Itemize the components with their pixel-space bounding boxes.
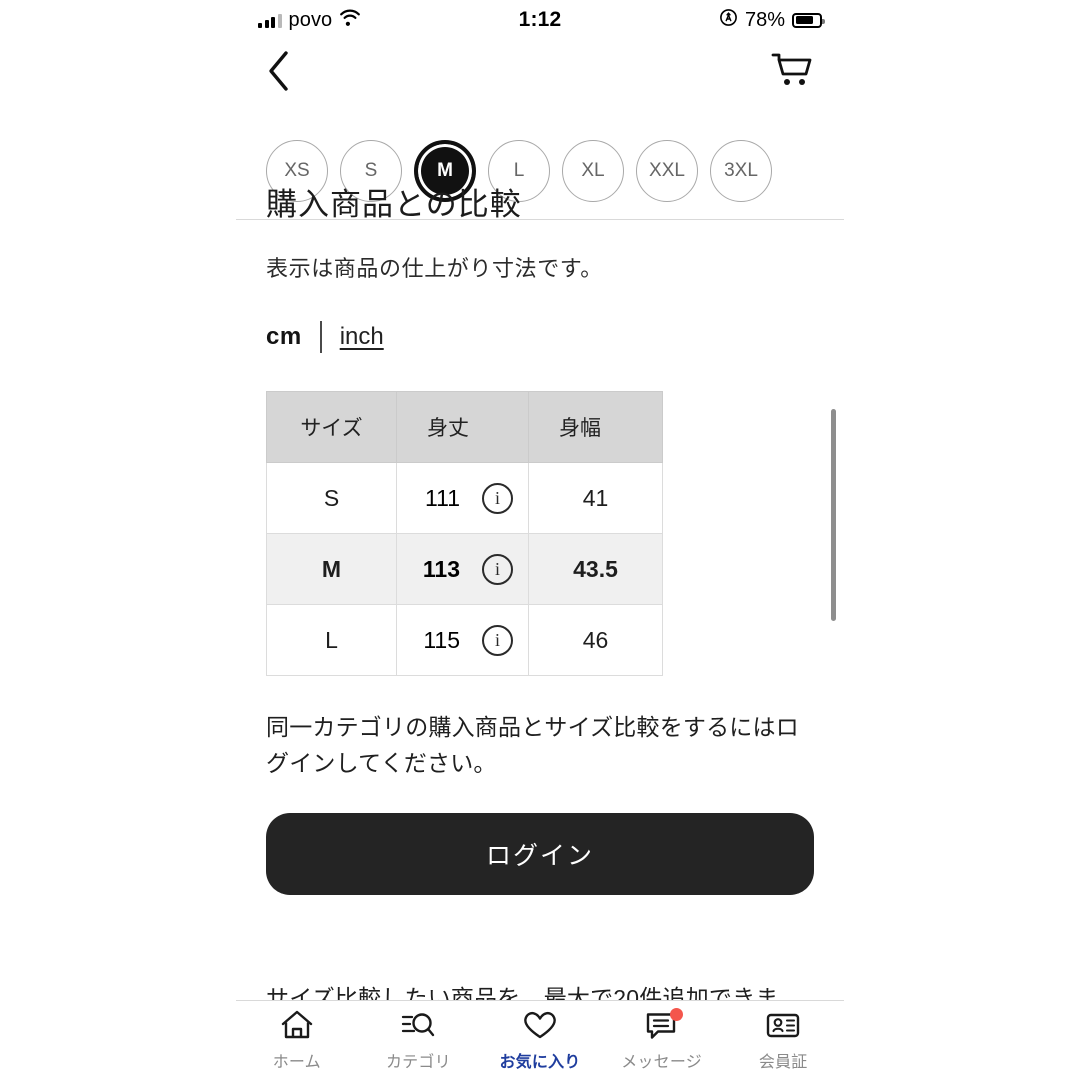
phone-viewport: povo 1:12 78% XS S M L XL XXL 3XL 購入商品との… [236,0,844,1080]
back-chevron-icon[interactable] [266,50,292,92]
message-icon [645,1008,683,1041]
content-column: 購入商品との比較 表示は商品の仕上がり寸法です。 cm inch サイズ 身丈 … [236,179,844,1054]
rotation-lock-icon [719,8,738,33]
notification-badge [669,1008,683,1021]
vertical-scrollbar[interactable] [831,409,836,621]
column-header-length: 身丈 [396,391,529,463]
tab-label: お気に入り [499,1054,581,1071]
unit-toggle[interactable]: cm inch [266,319,814,355]
unit-inch-option[interactable]: inch [322,323,384,351]
cell-size: M [266,533,397,605]
nav-bar [236,40,844,102]
unit-cm-option[interactable]: cm [266,323,320,351]
battery-icon [792,12,825,28]
cell-length-value: 113 [422,555,460,582]
cell-width: 41 [528,462,663,534]
membership-card-icon [765,1009,801,1041]
tab-favorites[interactable]: お気に入り [479,1001,601,1080]
column-header-width: 身幅 [528,391,663,463]
tab-membership[interactable]: 会員証 [722,1001,844,1080]
status-bar: povo 1:12 78% [236,0,844,40]
tab-label: 会員証 [758,1054,808,1071]
home-icon [280,1009,314,1041]
size-comparison-table: サイズ 身丈 身幅 S 111 i 41 M 113 i 43.5 L 115 … [266,391,663,676]
category-search-icon [400,1009,436,1041]
status-bar-right: 78% [719,8,825,33]
battery-percent-label: 78% [744,8,785,31]
page-title: 購入商品との比較 [266,187,522,222]
cell-length-value: 111 [425,484,460,511]
cell-length: 115 i [396,604,529,676]
cell-length: 113 i [396,533,529,605]
table-header-row: サイズ 身丈 身幅 [266,391,663,463]
info-circle-icon[interactable]: i [482,553,513,585]
tab-label: ホーム [272,1054,321,1071]
tab-label: メッセージ [621,1054,702,1071]
info-circle-icon[interactable]: i [482,624,513,656]
cell-size: L [266,604,397,676]
tab-label: カテゴリ [385,1054,451,1071]
tab-messages[interactable]: メッセージ [601,1001,723,1080]
scroll-area[interactable]: XS S M L XL XXL 3XL 購入商品との比較 表示は商品の仕上がり寸… [236,140,844,1080]
table-header: サイズ 身丈 身幅 [266,391,663,463]
bottom-tab-bar: ホーム カテゴリ お気に入り メッセージ 会員証 [236,1000,844,1080]
cell-length-value: 115 [423,626,460,653]
table-row: S 111 i 41 [266,462,663,534]
cell-size: S [266,462,397,534]
login-button[interactable]: ログイン [266,813,814,896]
login-prompt-text: 同一カテゴリの購入商品とサイズ比較をするにはログインしてください。 [266,714,799,776]
cell-length: 111 i [396,462,529,534]
screen-root: povo 1:12 78% XS S M L XL XXL 3XL 購入商品との… [0,0,1080,1080]
info-circle-icon[interactable]: i [482,482,513,514]
cell-width: 43.5 [528,533,663,605]
table-row-selected: M 113 i 43.5 [266,533,663,605]
table-body: S 111 i 41 M 113 i 43.5 L 115 i 46 [266,462,663,676]
page-subtitle: 表示は商品の仕上がり寸法です。 [266,256,603,281]
heart-icon [522,1009,558,1041]
column-header-size: サイズ [266,391,397,463]
tab-home[interactable]: ホーム [236,1001,358,1080]
tab-category[interactable]: カテゴリ [358,1001,480,1080]
table-row: L 115 i 46 [266,604,663,676]
shopping-cart-icon[interactable] [770,51,814,91]
cell-width: 46 [528,604,663,676]
